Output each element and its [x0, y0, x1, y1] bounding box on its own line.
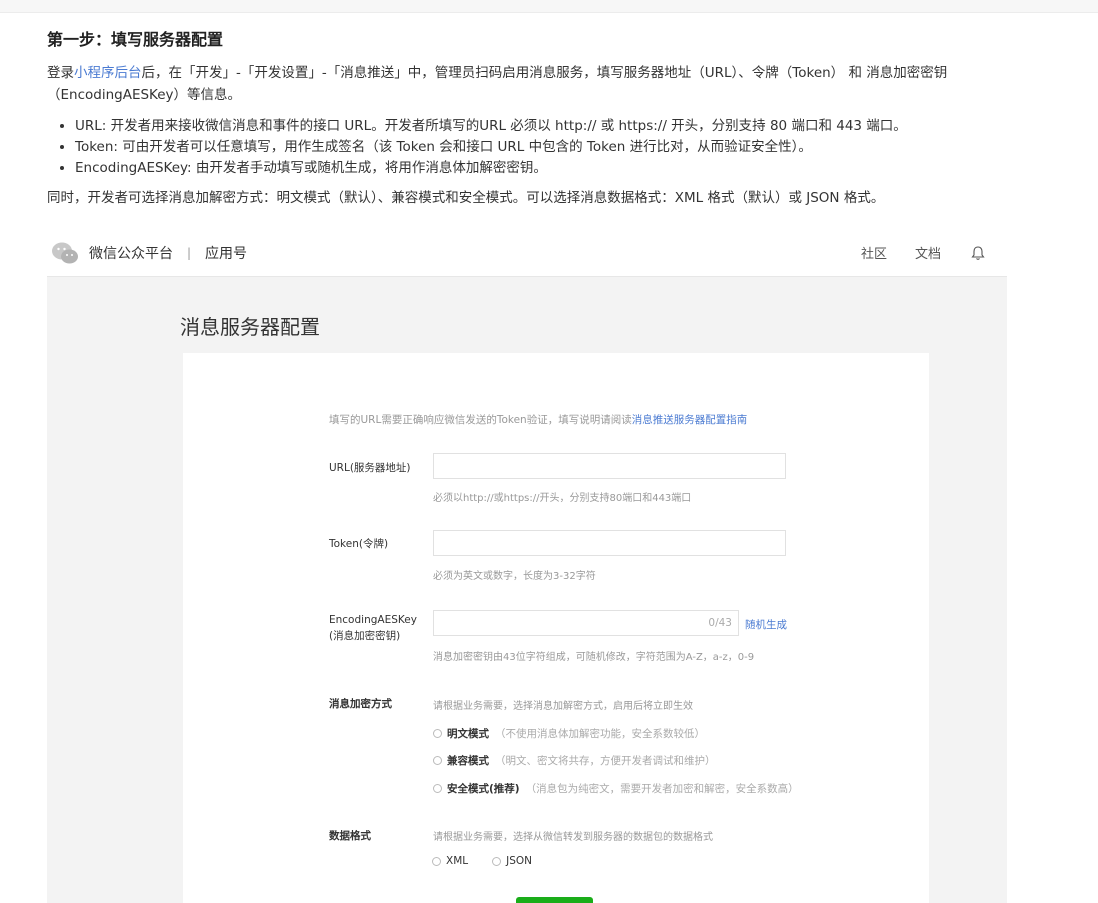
submit-button[interactable]: [516, 897, 593, 903]
page-title: 消息服务器配置: [180, 315, 320, 339]
radio-button[interactable]: [433, 784, 442, 793]
nav-docs-link[interactable]: 文档: [915, 243, 941, 262]
aes-key-counter: 0/43: [708, 617, 732, 629]
platform-topbar: 微信公众平台 | 应用号 社区 文档: [47, 231, 1007, 277]
bell-icon[interactable]: [971, 245, 985, 261]
encrypt-option-plain[interactable]: 明文模式 （不使用消息体加解密功能，安全系数较低）: [433, 726, 705, 741]
brand-block[interactable]: 微信公众平台 | 应用号: [51, 241, 247, 265]
list-item: URL: 开发者用来接收微信消息和事件的接口 URL。开发者所填写的URL 必须…: [75, 116, 1047, 137]
top-nav: 社区 文档: [833, 243, 985, 262]
url-input[interactable]: [433, 453, 786, 479]
encrypt-mode-hint: 请根据业务需要，选择消息加解密方式，启用后将立即生效: [433, 701, 693, 712]
wechat-logo-icon: [52, 242, 78, 264]
screenshot-frame: 微信公众平台 | 应用号 社区 文档 消息服务器配置 填写的URL需要正确响应微…: [47, 231, 1007, 903]
brand-separator: |: [187, 246, 192, 260]
radio-button[interactable]: [432, 856, 441, 866]
list-item: Token: 可由开发者可以任意填写，用作生成签名（该 Token 会和接口 U…: [75, 137, 1047, 158]
top-strip: [0, 0, 1098, 13]
aes-key-input[interactable]: 0/43: [433, 610, 739, 636]
config-tip: 填写的URL需要正确响应微信发送的Token验证，填写说明请阅读消息推送服务器配…: [329, 414, 748, 426]
radio-button[interactable]: [433, 756, 442, 765]
aes-key-hint: 消息加密密钥由43位字符组成，可随机修改，字符范围为A-Z，a-z，0-9: [433, 652, 755, 663]
requirements-list: URL: 开发者用来接收微信消息和事件的接口 URL。开发者所填写的URL 必须…: [47, 116, 1047, 179]
radio-button[interactable]: [492, 856, 502, 866]
encrypt-option-compatible[interactable]: 兼容模式 （明文、密文将共存，方便开发者调试和维护）: [433, 753, 716, 768]
token-hint: 必须为英文或数字，长度为3-32字符: [433, 571, 596, 582]
data-format-options: XML JSON: [432, 855, 556, 867]
content-area: 消息服务器配置 填写的URL需要正确响应微信发送的Token验证，填写说明请阅读…: [47, 277, 1007, 903]
token-label: Token(令牌): [329, 538, 389, 550]
outro-paragraph: 同时，开发者可选择消息加解密方式：明文模式（默认）、兼容模式和安全模式。可以选择…: [47, 190, 885, 206]
encrypt-mode-label: 消息加密方式: [329, 698, 392, 710]
product-name: 应用号: [205, 246, 248, 262]
aes-key-label: EncodingAESKey (消息加密密钥): [329, 614, 417, 642]
mini-program-admin-link[interactable]: 小程序后台: [74, 65, 142, 81]
url-label: URL(服务器地址): [329, 462, 411, 474]
article: 第一步：填写服务器配置 登录小程序后台后，在「开发」-「开发设置」-「消息推送」…: [47, 26, 1047, 209]
data-format-hint: 请根据业务需要，选择从微信转发到服务器的数据包的数据格式: [433, 832, 713, 843]
intro-paragraph: 登录小程序后台后，在「开发」-「开发设置」-「消息推送」中，管理员扫码启用消息服…: [47, 65, 948, 103]
platform-brand-name: 微信公众平台: [89, 246, 173, 262]
step-heading: 第一步：填写服务器配置: [47, 30, 224, 49]
radio-button[interactable]: [433, 729, 442, 738]
format-option-xml[interactable]: XML: [432, 855, 468, 867]
url-hint: 必须以http://或https://开头，分别支持80端口和443端口: [433, 493, 692, 504]
nav-community-link[interactable]: 社区: [861, 243, 887, 262]
config-panel: 填写的URL需要正确响应微信发送的Token验证，填写说明请阅读消息推送服务器配…: [183, 353, 929, 903]
config-guide-link[interactable]: 消息推送服务器配置指南: [632, 414, 748, 426]
token-input[interactable]: [433, 530, 786, 556]
format-option-json[interactable]: JSON: [492, 855, 532, 867]
encrypt-option-secure[interactable]: 安全模式(推荐) （消息包为纯密文，需要开发者加密和解密，安全系数高）: [433, 781, 799, 796]
list-item: EncodingAESKey: 由开发者手动填写或随机生成，将用作消息体加解密密…: [75, 158, 1047, 179]
data-format-label: 数据格式: [329, 830, 371, 842]
random-generate-link[interactable]: 随机生成: [745, 617, 787, 632]
